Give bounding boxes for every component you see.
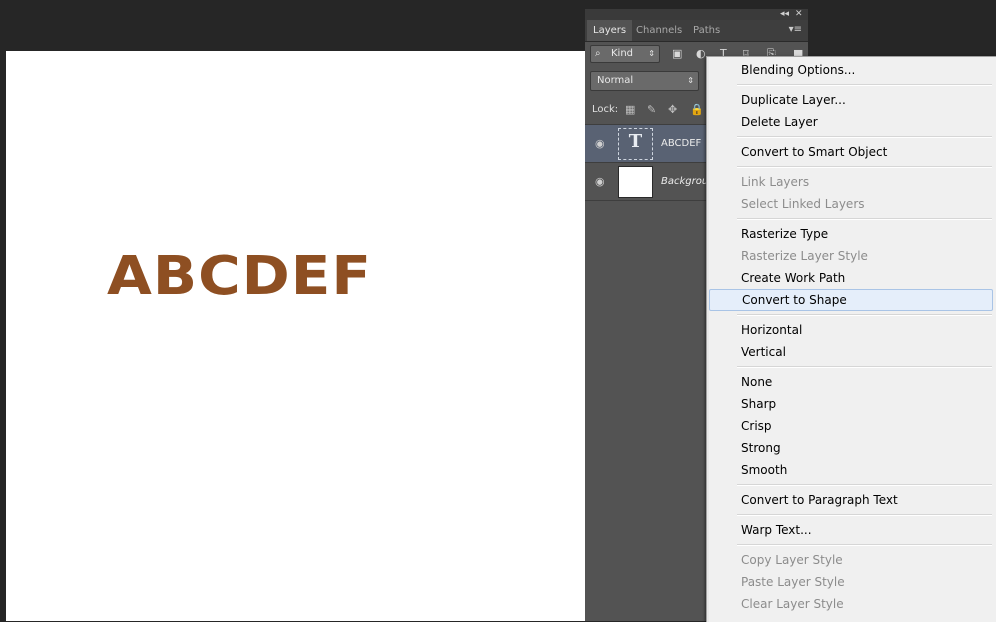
blend-mode-value: Normal [597, 75, 634, 86]
menu-item-clear-layer-style: Clear Layer Style [741, 597, 844, 611]
close-icon[interactable]: ✕ [795, 9, 803, 20]
menu-item-crisp[interactable]: Crisp [709, 415, 993, 437]
tab-channels[interactable]: Channels [630, 20, 688, 41]
eye-icon[interactable]: ◉ [595, 137, 605, 150]
menu-item-warp-text[interactable]: Warp Text... [709, 519, 993, 541]
menu-item-create-work-path[interactable]: Create Work Path [709, 267, 993, 289]
lock-image-pixels-icon[interactable]: ✎ [647, 103, 656, 116]
menu-item-sharp[interactable]: Sharp [709, 393, 993, 415]
menu-separator [737, 544, 992, 546]
blend-mode-select[interactable]: Normal ⇕ [590, 71, 699, 91]
lock-label: Lock: [592, 104, 619, 115]
menu-separator [737, 166, 992, 168]
text-layer-thumbnail[interactable]: T [618, 128, 653, 160]
menu-separator [737, 218, 992, 220]
layer-context-menu: Blending Options... Duplicate Layer... Del… [706, 56, 996, 622]
menu-item-blending-options[interactable]: Blending Options... [709, 59, 993, 81]
type-t-icon: T [628, 131, 643, 152]
layer-name[interactable]: Backgrou [661, 176, 708, 187]
layer-name[interactable]: ABCDEF [661, 138, 701, 149]
menu-item-delete-layer[interactable]: Delete Layer [709, 111, 993, 133]
menu-item-vertical[interactable]: Vertical [709, 341, 993, 363]
menu-item-convert-to-paragraph-text[interactable]: Convert to Paragraph Text [709, 489, 993, 511]
menu-item-smooth[interactable]: Smooth [709, 459, 993, 481]
adjustment-filter-icon[interactable]: ◐ [696, 47, 706, 60]
menu-item-link-layers: Link Layers [741, 175, 810, 189]
menu-item-rasterize-layer-style: Rasterize Layer Style [741, 249, 868, 263]
updown-arrow-icon: ⇕ [648, 49, 655, 58]
menu-item-strong[interactable]: Strong [709, 437, 993, 459]
updown-arrow-icon: ⇕ [687, 76, 694, 85]
tab-layers[interactable]: Layers [587, 20, 633, 41]
panel-menu-icon[interactable]: ▾≡ [789, 24, 802, 35]
filter-kind-select[interactable]: ⌕ Kind ⇕ [590, 45, 660, 63]
menu-item-convert-to-smart-object[interactable]: Convert to Smart Object [709, 141, 993, 163]
background-layer-thumbnail[interactable] [618, 166, 653, 198]
menu-separator [737, 136, 992, 138]
panel-title-bar: ◂◂ ✕ [585, 9, 808, 20]
menu-separator [737, 84, 992, 86]
lock-transparent-pixels-icon[interactable]: ▦ [625, 103, 635, 116]
canvas-text-abcdef[interactable]: ABCDEF [107, 249, 372, 302]
menu-item-horizontal[interactable]: Horizontal [709, 319, 993, 341]
pixel-filter-icon[interactable]: ▣ [672, 47, 682, 60]
menu-separator [737, 366, 992, 368]
document-canvas[interactable]: ABCDEF [6, 51, 585, 621]
menu-separator [737, 314, 992, 316]
tab-paths[interactable]: Paths [687, 20, 726, 41]
menu-separator [737, 514, 992, 516]
menu-separator [737, 484, 992, 486]
search-icon: ⌕ [595, 48, 601, 59]
menu-item-paste-layer-style: Paste Layer Style [741, 575, 845, 589]
menu-item-copy-layer-style: Copy Layer Style [741, 553, 843, 567]
menu-item-none[interactable]: None [709, 371, 993, 393]
lock-position-icon[interactable]: ✥ [668, 103, 677, 116]
panel-tabs: Layers Channels Paths ▾≡ [585, 20, 808, 42]
menu-item-convert-to-shape[interactable]: Convert to Shape [709, 289, 993, 311]
filter-kind-label: Kind [611, 48, 634, 59]
menu-item-rasterize-type[interactable]: Rasterize Type [709, 223, 993, 245]
double-chevron-left-icon[interactable]: ◂◂ [780, 9, 789, 20]
menu-item-select-linked-layers: Select Linked Layers [741, 197, 865, 211]
menu-item-duplicate-layer[interactable]: Duplicate Layer... [709, 89, 993, 111]
lock-all-icon[interactable]: 🔒 [690, 103, 704, 116]
eye-icon[interactable]: ◉ [595, 175, 605, 188]
